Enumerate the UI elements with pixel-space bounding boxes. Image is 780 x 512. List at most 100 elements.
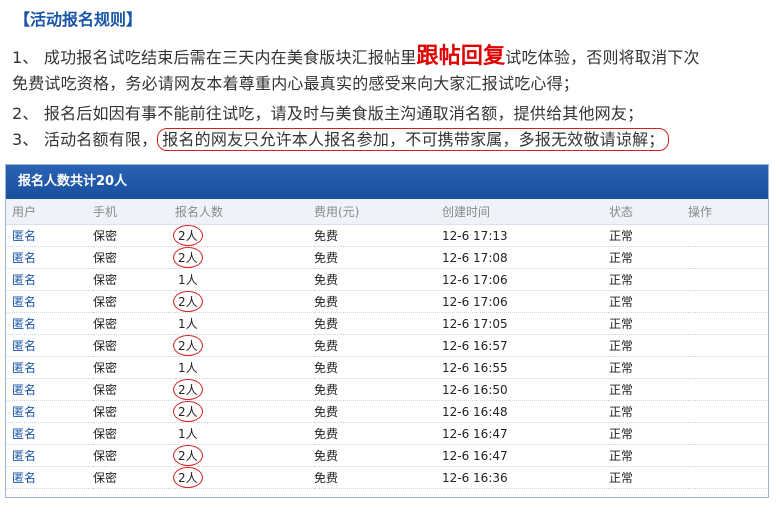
rule-3: 3、 活动名额有限， 报名的网友只允许本人报名参加，不可携带家属，多报无效敬请谅解… [12, 126, 670, 151]
phone-cell: 保密 [93, 422, 175, 445]
count-cell: 1人 [175, 422, 314, 445]
user-link[interactable]: 匿名 [6, 356, 93, 379]
count-value: 1人 [178, 427, 198, 441]
rule-1-continued: 免费试吃资格，务必请网友本着尊重内心最真实的感受来向大家汇报试吃心得； [12, 74, 580, 93]
count-cell: 2人 [173, 444, 314, 467]
count-value: 2人 [173, 467, 203, 488]
user-link[interactable]: 匿名 [6, 312, 93, 335]
user-link[interactable]: 匿名 [6, 246, 93, 269]
time-cell: 12-6 17:06 [442, 290, 609, 313]
phone-cell: 保密 [93, 334, 175, 357]
phone-cell: 保密 [93, 290, 175, 313]
action-cell [688, 378, 768, 401]
time-cell: 12-6 16:48 [442, 400, 609, 423]
time-cell: 12-6 16:57 [442, 334, 609, 357]
count-value: 2人 [173, 445, 203, 466]
action-cell [688, 422, 768, 445]
count-cell: 1人 [175, 356, 314, 379]
table-row: 匿名 保密 1人 免费 12-6 17:05 正常 [6, 312, 768, 335]
table-row: 匿名 保密 1人 免费 12-6 17:06 正常 [6, 268, 768, 291]
table-row: 匿名 保密 1人 免费 12-6 16:55 正常 [6, 356, 768, 379]
status-cell: 正常 [609, 400, 688, 423]
status-cell: 正常 [609, 312, 688, 335]
rule-1-highlight: 跟帖回复 [416, 44, 506, 69]
rule-3-boxed: 报名的网友只允许本人报名参加，不可携带家属，多报无效敬请谅解； [157, 128, 670, 151]
count-value: 2人 [173, 401, 203, 422]
fee-cell: 免费 [314, 312, 442, 335]
user-link[interactable]: 匿名 [6, 290, 93, 313]
action-cell [688, 334, 768, 357]
time-cell: 12-6 16:55 [442, 356, 609, 379]
user-link[interactable]: 匿名 [6, 444, 93, 467]
rule-1-prefix: 1、 成功报名试吃结束后需在三天内在美食版块汇报帖里 [12, 48, 417, 67]
fee-cell: 免费 [314, 268, 442, 291]
rules-title: 【活动报名规则】 [14, 10, 143, 29]
count-cell: 1人 [175, 312, 314, 335]
col-user: 用户 [6, 199, 93, 225]
rule-1: 1、 成功报名试吃结束后需在三天内在美食版块汇报帖里跟帖回复试吃体验，否则将取消… [12, 38, 700, 70]
status-cell: 正常 [609, 246, 688, 269]
user-link[interactable]: 匿名 [6, 268, 93, 291]
phone-cell: 保密 [93, 246, 175, 269]
count-cell: 2人 [173, 334, 314, 357]
count-value: 1人 [178, 361, 198, 375]
table-row: 匿名 保密 2人 免费 12-6 16:57 正常 [6, 334, 768, 357]
table-body: 匿名 保密 2人 免费 12-6 17:13 正常 匿名 保密 2人 免费 12-6 17:08 正常… [6, 224, 768, 489]
count-value: 2人 [173, 379, 203, 400]
signup-panel: 报名人数共计20人 用户 手机 报名人数 费用(元) 创建时间 状态 操作 匿名… [5, 164, 769, 498]
status-cell: 正常 [609, 356, 688, 379]
col-count: 报名人数 [175, 199, 314, 225]
user-link[interactable]: 匿名 [6, 224, 93, 247]
col-created: 创建时间 [442, 199, 609, 225]
action-cell [688, 224, 768, 247]
status-cell: 正常 [609, 422, 688, 445]
fee-cell: 免费 [314, 422, 442, 445]
time-cell: 12-6 17:05 [442, 312, 609, 335]
user-link[interactable]: 匿名 [6, 466, 93, 489]
status-cell: 正常 [609, 268, 688, 291]
status-cell: 正常 [609, 224, 688, 247]
fee-cell: 免费 [314, 224, 442, 247]
time-cell: 12-6 17:08 [442, 246, 609, 269]
count-value: 1人 [178, 273, 198, 287]
fee-cell: 免费 [314, 444, 442, 467]
time-cell: 12-6 17:06 [442, 268, 609, 291]
table-row: 匿名 保密 1人 免费 12-6 16:47 正常 [6, 422, 768, 445]
action-cell [688, 444, 768, 467]
col-status: 状态 [609, 199, 688, 225]
time-cell: 12-6 16:36 [442, 466, 609, 489]
user-link[interactable]: 匿名 [6, 334, 93, 357]
table-row: 匿名 保密 2人 免费 12-6 16:36 正常 [6, 466, 768, 489]
signup-table: 用户 手机 报名人数 费用(元) 创建时间 状态 操作 匿名 保密 2人 免费 12-6… [6, 199, 768, 489]
count-cell: 2人 [173, 224, 314, 247]
fee-cell: 免费 [314, 400, 442, 423]
count-cell: 1人 [175, 268, 314, 291]
panel-title: 报名人数共计20人 [6, 165, 768, 199]
rule-3-prefix: 3、 活动名额有限， [12, 130, 158, 149]
count-value: 2人 [173, 247, 203, 268]
table-row: 匿名 保密 2人 免费 12-6 17:06 正常 [6, 290, 768, 313]
action-cell [688, 466, 768, 489]
table-row: 匿名 保密 2人 免费 12-6 16:50 正常 [6, 378, 768, 401]
user-link[interactable]: 匿名 [6, 378, 93, 401]
phone-cell: 保密 [93, 444, 175, 467]
user-link[interactable]: 匿名 [6, 422, 93, 445]
action-cell [688, 312, 768, 335]
action-cell [688, 268, 768, 291]
rule-2: 2、 报名后如因有事不能前往试吃，请及时与美食版主沟通取消名额，提供给其他网友； [12, 104, 644, 123]
action-cell [688, 356, 768, 379]
table-row: 匿名 保密 2人 免费 12-6 17:13 正常 [6, 224, 768, 247]
fee-cell: 免费 [314, 466, 442, 489]
phone-cell: 保密 [93, 224, 175, 247]
table-header-row: 用户 手机 报名人数 费用(元) 创建时间 状态 操作 [6, 199, 768, 225]
dotted-divider [48, 150, 748, 154]
fee-cell: 免费 [314, 334, 442, 357]
user-link[interactable]: 匿名 [6, 400, 93, 423]
time-cell: 12-6 17:13 [442, 224, 609, 247]
phone-cell: 保密 [93, 312, 175, 335]
count-cell: 2人 [173, 290, 314, 313]
fee-cell: 免费 [314, 378, 442, 401]
count-value: 2人 [173, 225, 203, 246]
action-cell [688, 400, 768, 423]
status-cell: 正常 [609, 334, 688, 357]
